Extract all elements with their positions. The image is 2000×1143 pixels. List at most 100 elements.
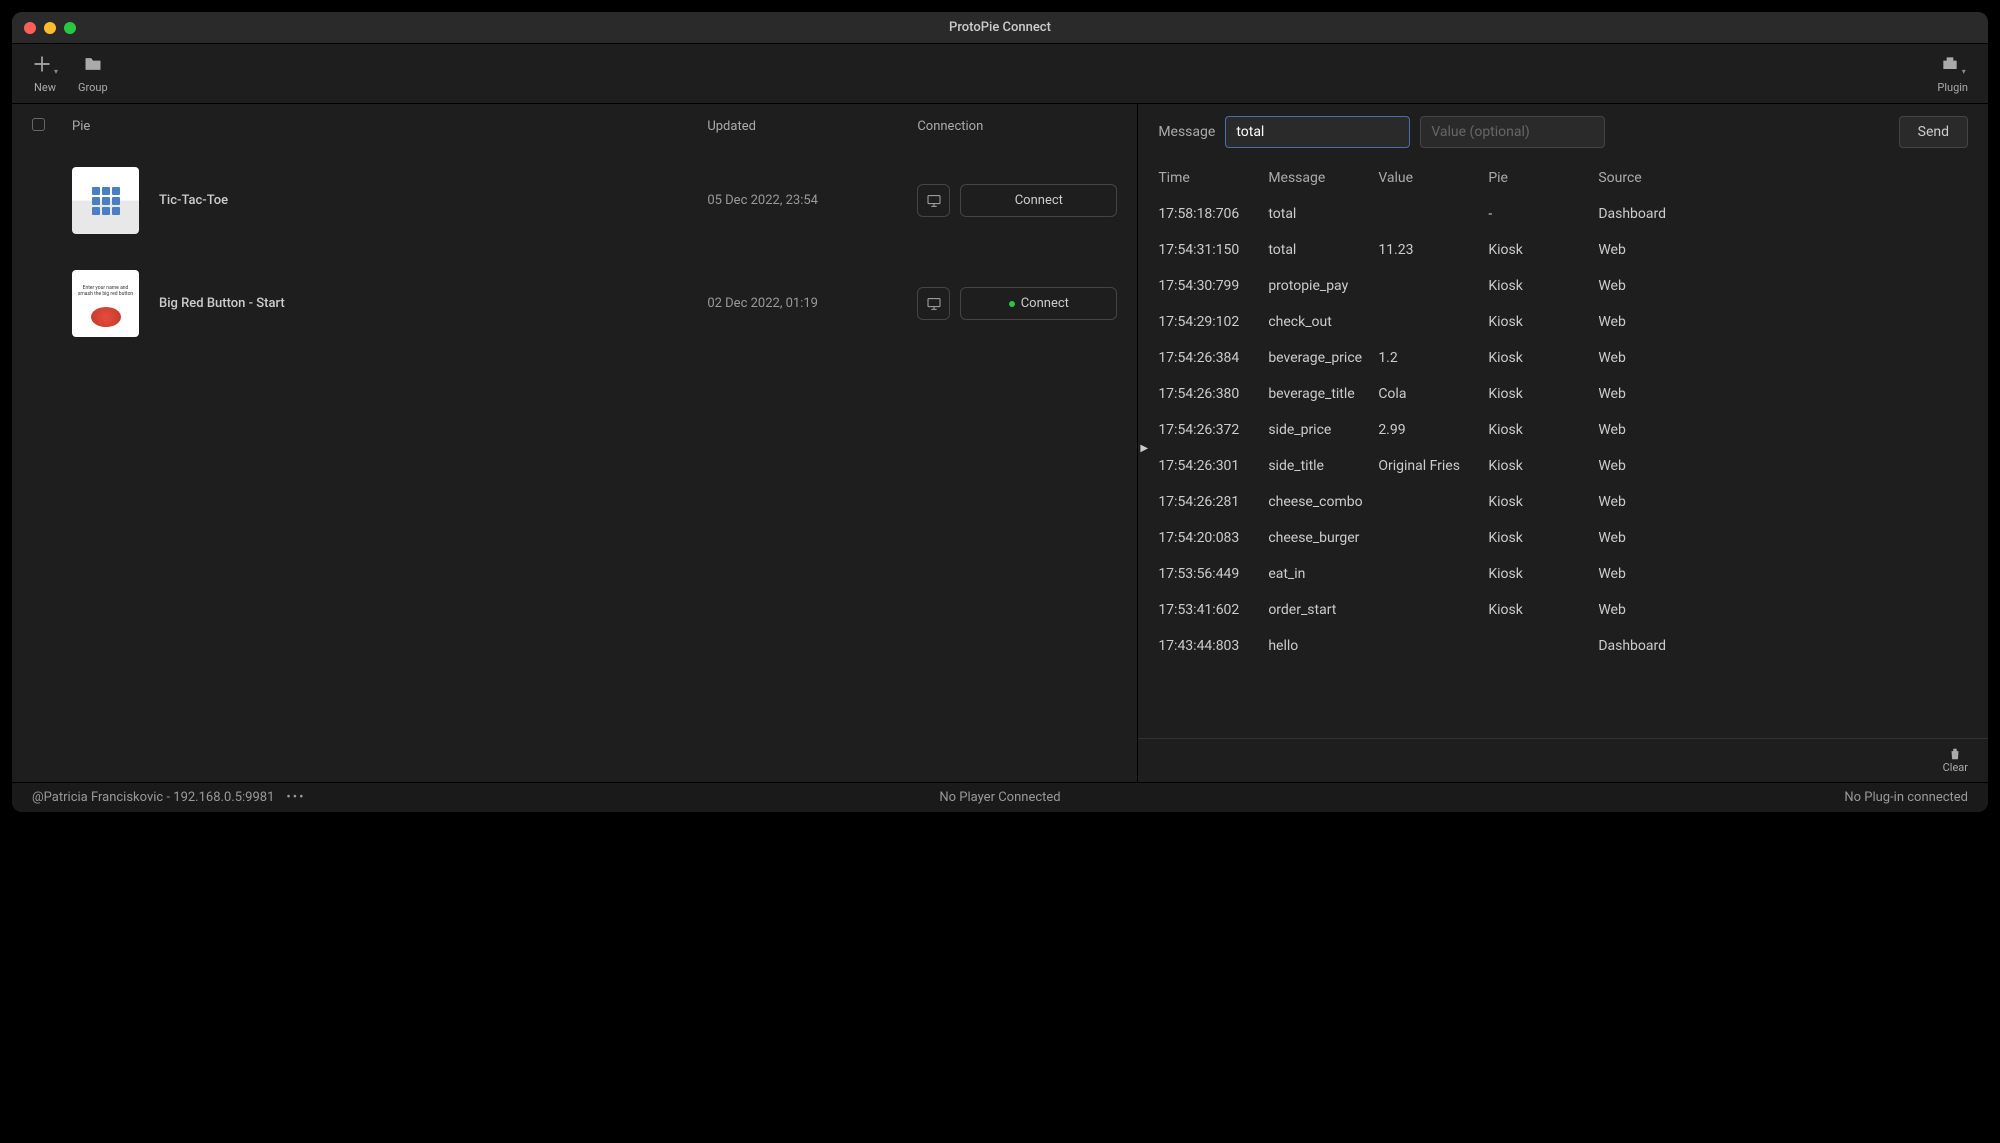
log-row: 17:53:56:449eat_inKioskWeb bbox=[1138, 556, 1988, 592]
log-cell-value: 11.23 bbox=[1378, 242, 1488, 258]
log-header-message: Message bbox=[1268, 170, 1378, 186]
log-cell-time: 17:54:26:301 bbox=[1158, 458, 1268, 474]
new-button[interactable]: ▾ New bbox=[32, 54, 58, 94]
log-row: 17:54:29:102check_outKioskWeb bbox=[1138, 304, 1988, 340]
log-cell-pie: Kiosk bbox=[1488, 422, 1598, 438]
log-row: 17:58:18:706total-Dashboard bbox=[1138, 196, 1988, 232]
log-cell-value bbox=[1378, 530, 1488, 546]
log-cell-pie: Kiosk bbox=[1488, 350, 1598, 366]
log-cell-message: beverage_price bbox=[1268, 350, 1378, 366]
group-button-label: Group bbox=[78, 81, 108, 94]
log-cell-time: 17:58:18:706 bbox=[1158, 206, 1268, 222]
log-cell-message: hello bbox=[1268, 638, 1378, 654]
statusbar: @Patricia Franciskovic - 192.168.0.5:998… bbox=[12, 782, 1988, 812]
expand-panel-button[interactable]: ▶ bbox=[1140, 443, 1148, 454]
log-cell-value: 1.2 bbox=[1378, 350, 1488, 366]
log-cell-time: 17:54:20:083 bbox=[1158, 530, 1268, 546]
log-cell-time: 17:54:26:281 bbox=[1158, 494, 1268, 510]
log-cell-message: eat_in bbox=[1268, 566, 1378, 582]
send-button[interactable]: Send bbox=[1899, 116, 1968, 148]
log-cell-time: 17:54:29:102 bbox=[1158, 314, 1268, 330]
value-input[interactable] bbox=[1420, 116, 1605, 148]
toolbar: ▾ New Group ▾ Plugin bbox=[12, 44, 1988, 104]
log-cell-source: Web bbox=[1598, 314, 1968, 330]
log-cell-source: Web bbox=[1598, 242, 1968, 258]
folder-icon bbox=[83, 54, 103, 77]
log-cell-time: 17:53:56:449 bbox=[1158, 566, 1268, 582]
log-header-pie: Pie bbox=[1488, 170, 1598, 186]
select-all-checkbox[interactable] bbox=[32, 118, 45, 131]
pie-updated: 05 Dec 2022, 23:54 bbox=[707, 193, 917, 208]
monitor-icon bbox=[926, 296, 942, 312]
group-button[interactable]: Group bbox=[78, 54, 108, 94]
message-bar: Message Send bbox=[1138, 104, 1988, 160]
message-input[interactable] bbox=[1225, 116, 1410, 148]
log-cell-value: Original Fries bbox=[1378, 458, 1488, 474]
log-cell-pie bbox=[1488, 638, 1598, 654]
log-cell-value bbox=[1378, 638, 1488, 654]
log-header-time: Time bbox=[1158, 170, 1268, 186]
log-cell-source: Web bbox=[1598, 494, 1968, 510]
log-cell-pie: Kiosk bbox=[1488, 314, 1598, 330]
log-cell-message: protopie_pay bbox=[1268, 278, 1378, 294]
log-cell-pie: Kiosk bbox=[1488, 494, 1598, 510]
connect-button[interactable]: Connect bbox=[960, 184, 1117, 217]
pie-thumbnail bbox=[72, 167, 139, 234]
log-row: 17:54:26:281cheese_comboKioskWeb bbox=[1138, 484, 1988, 520]
pie-list: Tic-Tac-Toe 05 Dec 2022, 23:54 Connect bbox=[12, 149, 1137, 782]
header-connection: Connection bbox=[917, 119, 1117, 134]
plugin-button-label: Plugin bbox=[1937, 81, 1968, 94]
log-cell-value bbox=[1378, 566, 1488, 582]
plus-icon: ▾ bbox=[32, 54, 58, 77]
status-player: No Player Connected bbox=[939, 790, 1060, 805]
log-cell-value bbox=[1378, 314, 1488, 330]
log-cell-value: Cola bbox=[1378, 386, 1488, 402]
maximize-window-button[interactable] bbox=[64, 22, 76, 34]
display-button[interactable] bbox=[917, 287, 950, 320]
pie-thumbnail: Enter your name and smash the big red bu… bbox=[72, 270, 139, 337]
log-cell-time: 17:43:44:803 bbox=[1158, 638, 1268, 654]
pie-list-item[interactable]: Tic-Tac-Toe 05 Dec 2022, 23:54 Connect bbox=[12, 149, 1137, 252]
pie-updated: 02 Dec 2022, 01:19 bbox=[707, 296, 917, 311]
plugin-button[interactable]: ▾ Plugin bbox=[1937, 54, 1968, 94]
more-button[interactable]: ••• bbox=[286, 790, 305, 805]
log-body[interactable]: 17:58:18:706total-Dashboard17:54:31:150t… bbox=[1138, 196, 1988, 738]
trash-icon bbox=[1948, 747, 1962, 761]
log-cell-source: Web bbox=[1598, 566, 1968, 582]
clear-button[interactable]: Clear bbox=[1943, 747, 1968, 774]
log-cell-message: total bbox=[1268, 242, 1378, 258]
pie-name: Big Red Button - Start bbox=[159, 296, 707, 311]
close-window-button[interactable] bbox=[24, 22, 36, 34]
display-button[interactable] bbox=[917, 184, 950, 217]
pie-list-item[interactable]: Enter your name and smash the big red bu… bbox=[12, 252, 1137, 355]
traffic-lights bbox=[24, 22, 76, 34]
plugin-icon: ▾ bbox=[1940, 54, 1966, 77]
log-header: Time Message Value Pie Source bbox=[1138, 160, 1988, 196]
log-row: 17:54:30:799protopie_payKioskWeb bbox=[1138, 268, 1988, 304]
status-plugin: No Plug-in connected bbox=[1844, 790, 1968, 805]
header-pie: Pie bbox=[72, 119, 707, 134]
log-cell-pie: Kiosk bbox=[1488, 386, 1598, 402]
log-cell-source: Web bbox=[1598, 422, 1968, 438]
log-cell-time: 17:53:41:602 bbox=[1158, 602, 1268, 618]
log-cell-pie: Kiosk bbox=[1488, 458, 1598, 474]
message-label: Message bbox=[1158, 124, 1215, 140]
main-content: Pie Updated Connection Tic-Tac-Toe 0 bbox=[12, 104, 1988, 782]
log-cell-time: 17:54:30:799 bbox=[1158, 278, 1268, 294]
log-cell-value bbox=[1378, 602, 1488, 618]
log-cell-source: Web bbox=[1598, 530, 1968, 546]
log-row: 17:54:26:372side_price2.99KioskWeb bbox=[1138, 412, 1988, 448]
log-cell-source: Web bbox=[1598, 350, 1968, 366]
log-cell-value bbox=[1378, 278, 1488, 294]
log-row: 17:54:20:083cheese_burgerKioskWeb bbox=[1138, 520, 1988, 556]
app-window: ProtoPie Connect ▾ New Group ▾ Plu bbox=[12, 12, 1988, 812]
log-cell-source: Dashboard bbox=[1598, 638, 1968, 654]
minimize-window-button[interactable] bbox=[44, 22, 56, 34]
log-panel: ▶ Message Send Time Message Value Pie So… bbox=[1138, 104, 1988, 782]
log-cell-pie: Kiosk bbox=[1488, 530, 1598, 546]
log-row: 17:53:41:602order_startKioskWeb bbox=[1138, 592, 1988, 628]
log-row: 17:54:26:384beverage_price1.2KioskWeb bbox=[1138, 340, 1988, 376]
connect-button[interactable]: Connect bbox=[960, 287, 1117, 320]
log-cell-time: 17:54:26:372 bbox=[1158, 422, 1268, 438]
log-row: 17:54:26:380beverage_titleColaKioskWeb bbox=[1138, 376, 1988, 412]
